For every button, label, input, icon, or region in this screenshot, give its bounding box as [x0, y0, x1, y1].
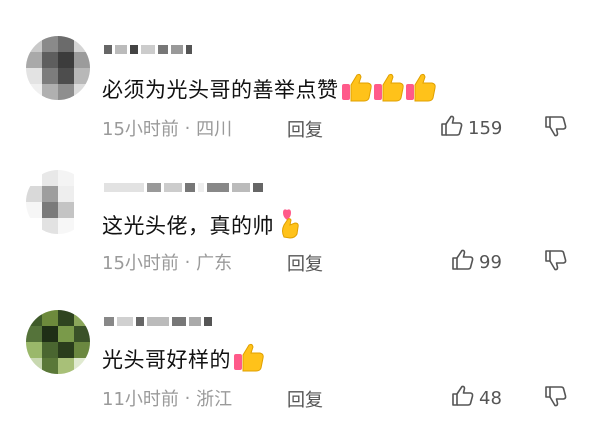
comment-location: 广东 [196, 253, 233, 274]
comment-time: 15小时前 [102, 253, 179, 274]
comment-item: 必须为光头哥的善举点赞 15小时前 · 四川 回复 159 [0, 0, 600, 150]
thumbs-up-outline-icon [440, 114, 464, 143]
like-count: 159 [468, 118, 503, 139]
avatar[interactable] [26, 170, 90, 234]
thumbs-up-outline-icon [451, 384, 475, 413]
thumbs-down-icon[interactable] [544, 248, 568, 276]
thumbs-up-icon [341, 72, 373, 107]
comment-text: 必须为光头哥的善举点赞 [102, 72, 437, 106]
like-button[interactable]: 99 [451, 248, 502, 277]
comment-item: 这光头佬，真的帅 15小时前 · 广东 回复 99 [0, 150, 600, 290]
thumbs-down-icon[interactable] [544, 384, 568, 412]
reply-button[interactable]: 回复 [287, 386, 323, 412]
thumbs-down-icon[interactable] [544, 114, 568, 142]
comment-text-content: 这光头佬，真的帅 [102, 214, 274, 238]
finger-heart-icon [278, 207, 302, 244]
reply-button[interactable]: 回复 [287, 116, 323, 142]
avatar[interactable] [26, 310, 90, 374]
thumbs-up-icon [373, 72, 405, 107]
comment-meta: 11小时前 · 浙江 [102, 386, 233, 411]
comment-meta: 15小时前 · 广东 [102, 250, 233, 275]
comment-text: 光头哥好样的 [102, 342, 265, 376]
like-count: 99 [479, 252, 502, 273]
meta-separator: · [178, 251, 197, 273]
thumbs-up-outline-icon [451, 248, 475, 277]
comment-location: 四川 [196, 119, 233, 140]
comment-time: 15小时前 [102, 119, 179, 140]
comment-meta: 15小时前 · 四川 [102, 116, 233, 141]
avatar[interactable] [26, 36, 90, 100]
thumbs-up-icon [405, 72, 437, 107]
comment-text-content: 必须为光头哥的善举点赞 [102, 78, 339, 102]
comment-text-content: 光头哥好样的 [102, 348, 231, 372]
comment-text: 这光头佬，真的帅 [102, 208, 302, 242]
username-blurred[interactable] [104, 178, 263, 196]
username-blurred[interactable] [104, 40, 192, 58]
username-blurred[interactable] [104, 312, 212, 330]
reply-button[interactable]: 回复 [287, 250, 323, 276]
meta-separator: · [178, 117, 197, 139]
thumbs-up-icon [233, 342, 265, 377]
meta-separator: · [178, 387, 197, 409]
comment-time: 11小时前 [102, 389, 179, 410]
like-button[interactable]: 48 [451, 384, 502, 413]
like-button[interactable]: 159 [440, 114, 502, 143]
comment-item: 光头哥好样的 11小时前 · 浙江 回复 48 [0, 290, 600, 438]
comment-location: 浙江 [196, 389, 233, 410]
like-count: 48 [479, 388, 502, 409]
